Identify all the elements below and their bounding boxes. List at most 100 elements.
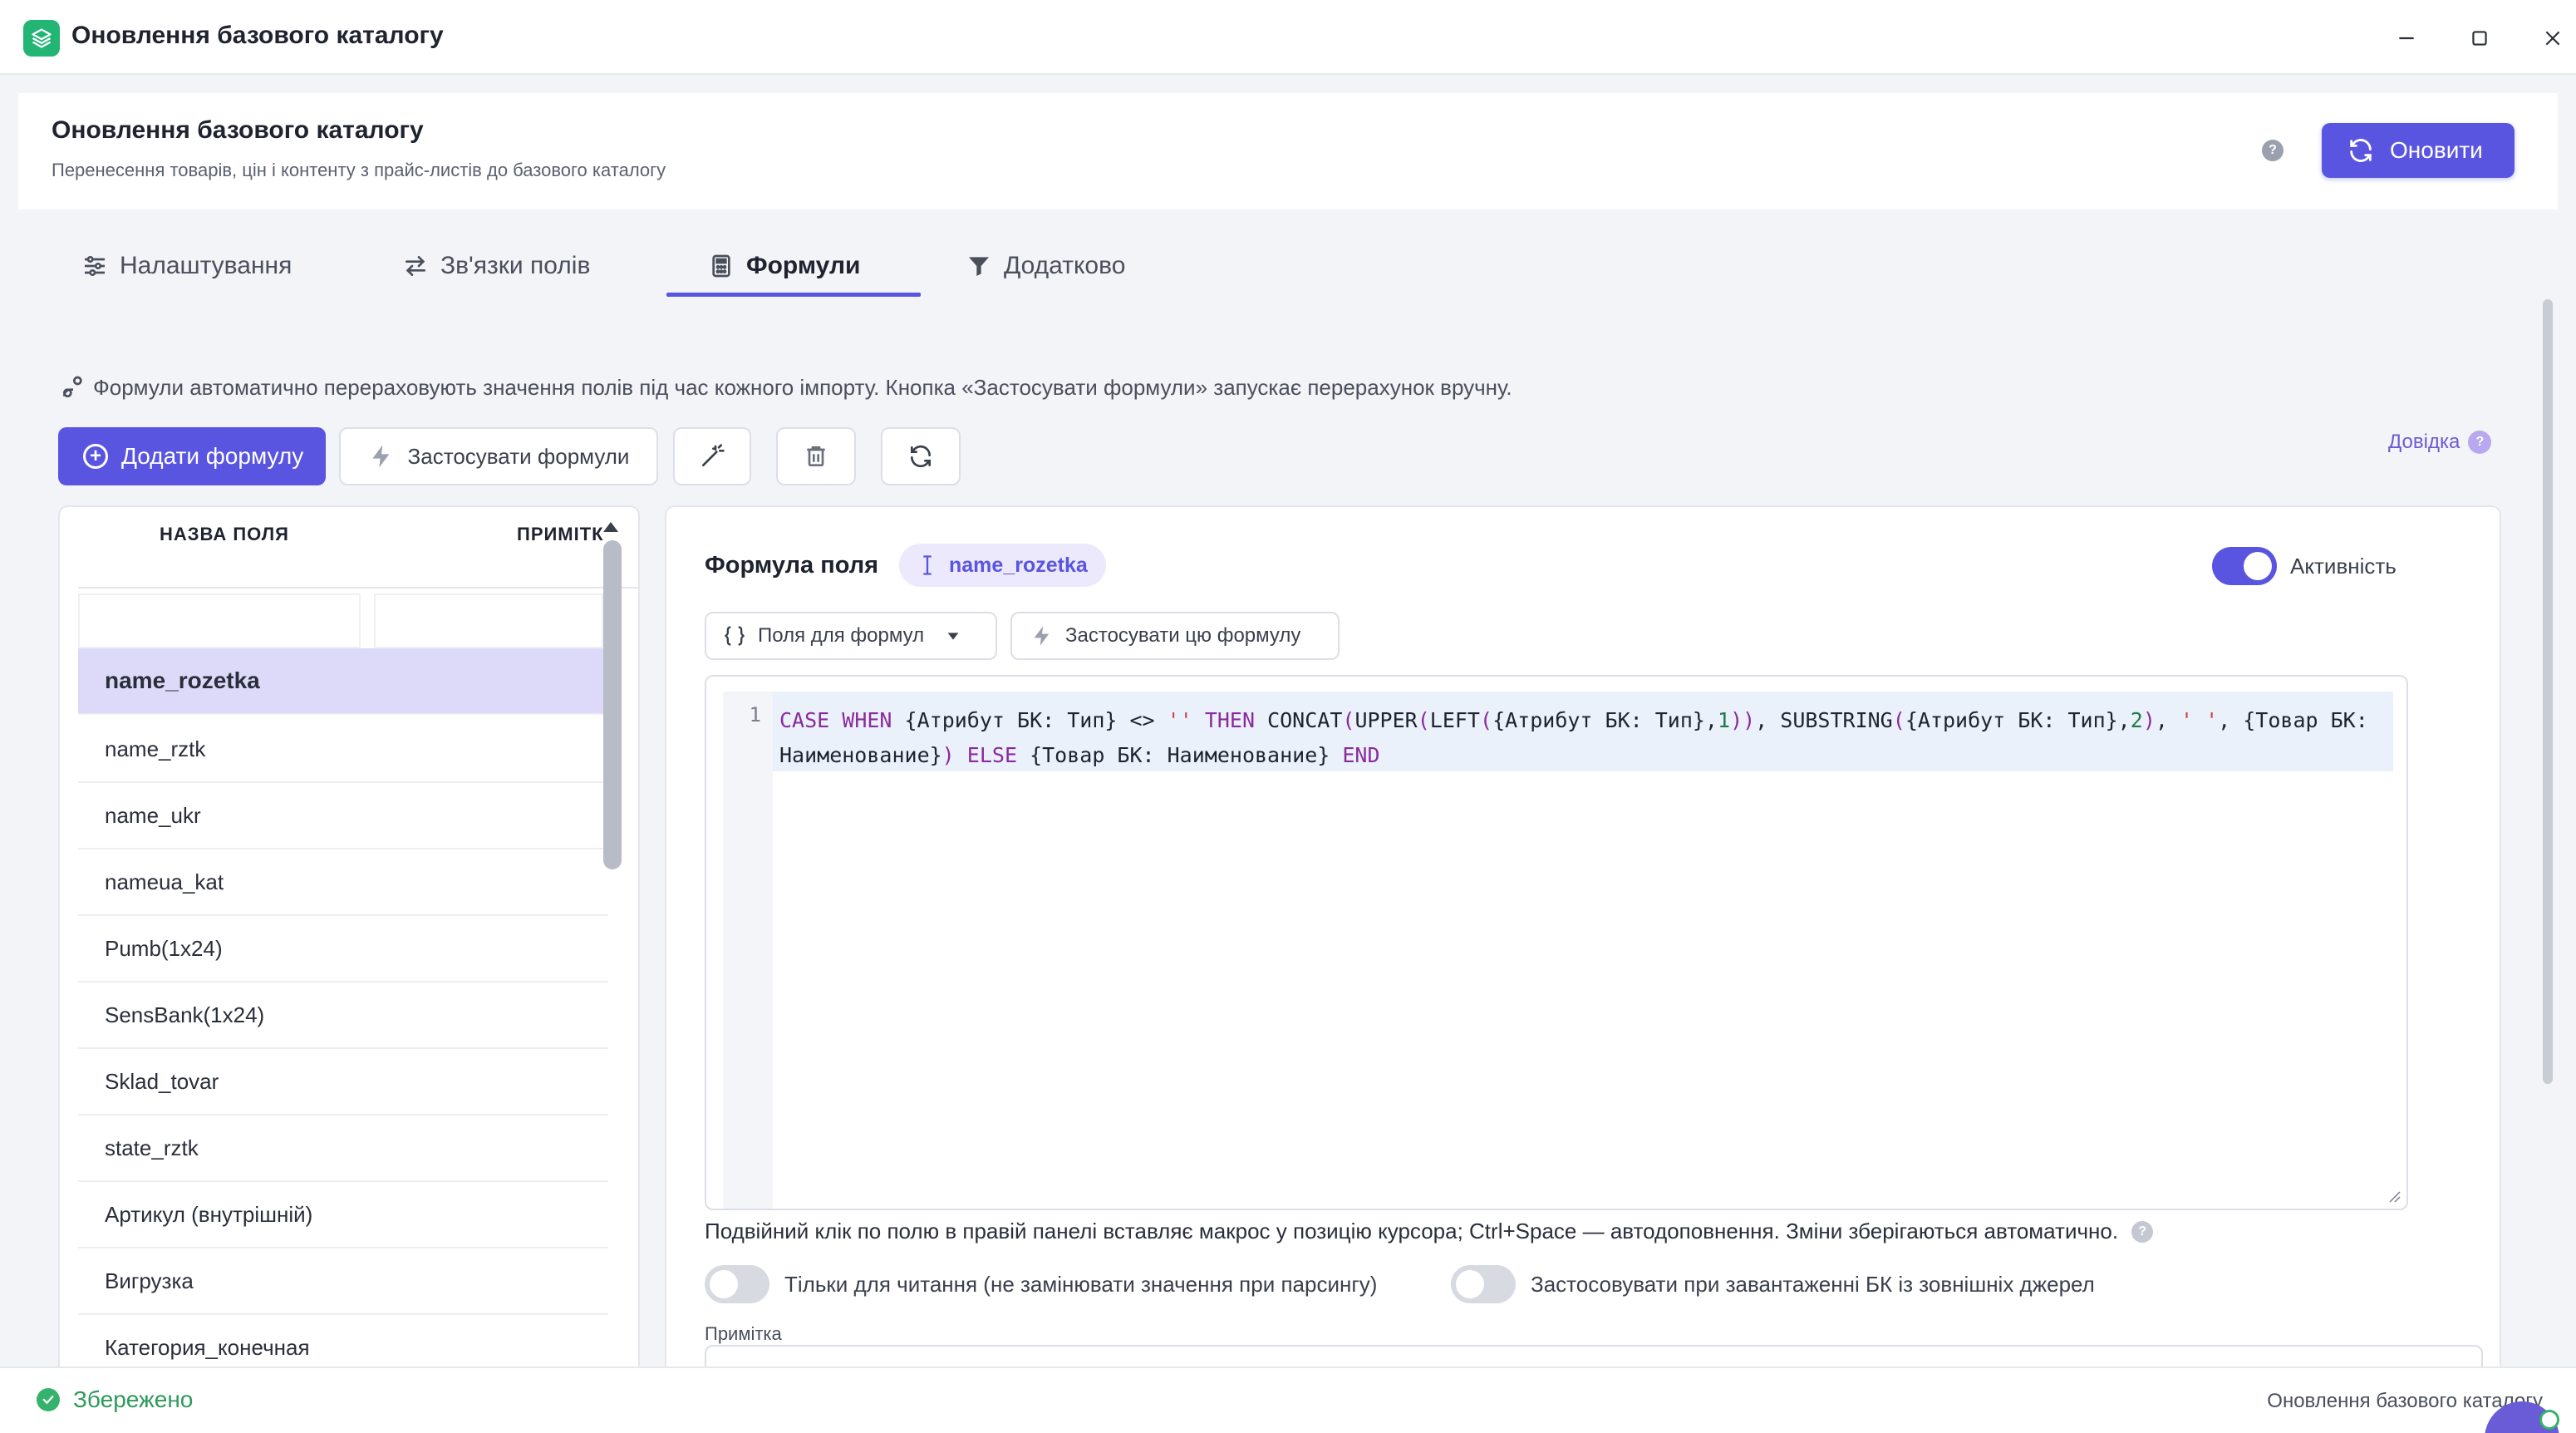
table-row[interactable]: Артикул (внутрішній) xyxy=(78,1182,608,1248)
formula-info-icon xyxy=(63,376,82,397)
table-row[interactable]: SensBank(1x24) xyxy=(78,982,608,1049)
window-title: Оновлення базового каталогу xyxy=(71,22,444,49)
code-token: {Атрибут БК: Тип} <> xyxy=(892,708,1168,732)
app-logo-icon xyxy=(23,20,60,57)
field-name: name_rozetka xyxy=(105,667,260,693)
tab-field-links-label: Зв'язки полів xyxy=(440,252,591,279)
page-subtitle: Перенесення товарів, цін і контенту з пр… xyxy=(52,160,666,180)
column-header-note[interactable]: ПРИМІТК xyxy=(517,524,604,545)
apply-formulas-button[interactable]: Застосувати формули xyxy=(339,427,658,485)
reload-icon xyxy=(911,445,931,468)
trash-icon xyxy=(807,446,825,466)
page-scrollbar[interactable] xyxy=(2543,299,2553,1084)
table-row[interactable]: name_rozetka xyxy=(78,648,608,715)
apply-this-formula-button[interactable]: Застосувати цю формулу xyxy=(1010,612,1340,660)
table-row[interactable]: Sklad_tovar xyxy=(78,1049,608,1115)
formula-panel-title: Формула поля xyxy=(705,552,879,579)
fields-for-formulas-label: Поля для формул xyxy=(758,624,925,647)
field-name: name_ukr xyxy=(105,802,201,828)
header-help-icon[interactable]: ? xyxy=(2262,140,2283,161)
toggle-knob xyxy=(2244,552,2272,580)
external-sources-toggle[interactable] xyxy=(1451,1265,1516,1303)
table-row[interactable]: Pumb(1x24) xyxy=(78,916,608,982)
code-token: 1 xyxy=(1718,708,1731,732)
help-link-icon: ? xyxy=(2468,431,2492,454)
readonly-toggle-label: Тільки для читання (не замінювати значен… xyxy=(784,1272,1378,1297)
delete-button[interactable] xyxy=(776,427,856,485)
editor-hint: Подвійний клік по полю в правій панелі в… xyxy=(705,1219,2154,1244)
add-formula-label: Додати формулу xyxy=(121,443,304,469)
close-button[interactable] xyxy=(2529,15,2576,62)
note-filter-input[interactable] xyxy=(374,593,603,648)
code-token: ELSE xyxy=(966,743,1018,767)
apply-this-formula-label: Застосувати цю формулу xyxy=(1065,624,1301,647)
readonly-toggle[interactable] xyxy=(705,1265,769,1303)
tab-settings[interactable]: Налаштування xyxy=(81,241,292,291)
table-row[interactable]: Вигрузка xyxy=(78,1248,608,1315)
table-row[interactable]: state_rztk xyxy=(78,1115,608,1182)
sliders-icon xyxy=(85,256,105,276)
code-token: ( xyxy=(1480,708,1493,732)
info-line: Формули автоматично перераховують значен… xyxy=(60,374,1512,401)
code-token: 2 xyxy=(2130,708,2143,732)
filter-icon xyxy=(969,257,989,276)
field-name: nameua_kat xyxy=(105,869,224,894)
add-formula-button[interactable]: + Додати формулу xyxy=(58,427,326,485)
code-token: LEFT xyxy=(1429,708,1480,732)
minimize-button[interactable] xyxy=(2383,15,2430,62)
code-token: '' xyxy=(1167,708,1192,732)
table-row[interactable]: nameua_kat xyxy=(78,849,608,916)
calculator-icon xyxy=(712,254,730,278)
tab-additional-label: Додатково xyxy=(1004,252,1126,279)
reload-button[interactable] xyxy=(881,427,961,485)
formula-code-editor[interactable]: 1 CASE WHEN {Атрибут БК: Тип} <> '' THEN… xyxy=(705,675,2408,1210)
scroll-up-arrow[interactable] xyxy=(603,522,618,532)
code-token: {Атрибут БК: Тип}, xyxy=(1905,708,2131,732)
hint-help-icon[interactable]: ? xyxy=(2131,1220,2154,1243)
tab-additional[interactable]: Додатково xyxy=(966,241,1125,291)
field-name-filter-input[interactable] xyxy=(78,593,361,648)
tab-field-links[interactable]: Зв'язки полів xyxy=(402,241,590,291)
active-tab-indicator xyxy=(666,293,921,297)
toggle-knob xyxy=(710,1270,738,1298)
code-token: {Товар БК: Наименование} xyxy=(1017,743,1343,767)
text-cursor-icon xyxy=(923,555,932,575)
code-token: ) xyxy=(2142,708,2156,732)
status-bar: Збережено Оновлення базового каталогу xyxy=(0,1367,2576,1433)
tab-formulas[interactable]: Формули xyxy=(708,241,860,291)
fields-for-formulas-dropdown[interactable]: Поля для формул xyxy=(705,612,997,660)
saved-status: Збережено xyxy=(37,1386,193,1413)
field-name: Pumb(1x24) xyxy=(105,935,223,961)
saved-status-label: Збережено xyxy=(73,1386,194,1412)
field-name: name_rztk xyxy=(105,736,206,761)
arrows-swap-icon xyxy=(406,256,425,276)
maximize-button[interactable] xyxy=(2456,15,2503,62)
code-token: ' ' xyxy=(2180,708,2219,732)
online-indicator xyxy=(2539,1410,2559,1430)
lightning-icon xyxy=(371,445,389,468)
toggle-knob xyxy=(1456,1270,1484,1298)
editor-hint-text: Подвійний клік по полю в правій панелі в… xyxy=(705,1219,2119,1243)
selected-field-chip: name_rozetka xyxy=(899,544,1106,587)
active-toggle[interactable] xyxy=(2212,547,2277,585)
field-list-scrollbar[interactable] xyxy=(603,540,622,869)
magic-wand-icon xyxy=(702,444,725,466)
code-token: CASE xyxy=(779,708,830,732)
resize-grip-icon[interactable] xyxy=(2387,1189,2401,1204)
lightning-icon xyxy=(1034,626,1050,646)
column-header-field-name[interactable]: НАЗВА ПОЛЯ xyxy=(160,524,289,545)
code-token: WHEN xyxy=(842,708,892,732)
table-row[interactable]: name_ukr xyxy=(78,783,608,849)
tab-bar: Налаштування Зв'язки полів Формули Додат… xyxy=(18,209,2558,301)
plus-icon: + xyxy=(83,444,108,469)
help-link[interactable]: Довідка ? xyxy=(2388,431,2492,454)
update-button[interactable]: Оновити xyxy=(2322,123,2515,178)
formula-code[interactable]: CASE WHEN {Атрибут БК: Тип} <> '' THEN C… xyxy=(779,703,2392,773)
table-row[interactable]: name_rztk xyxy=(78,716,608,783)
apply-formulas-label: Застосувати формули xyxy=(407,443,630,469)
magic-wand-button[interactable] xyxy=(673,427,751,485)
code-token: , SUBSTRING xyxy=(1755,708,1893,732)
field-name: Артикул (внутрішній) xyxy=(105,1201,313,1227)
refresh-icon xyxy=(2350,139,2372,162)
